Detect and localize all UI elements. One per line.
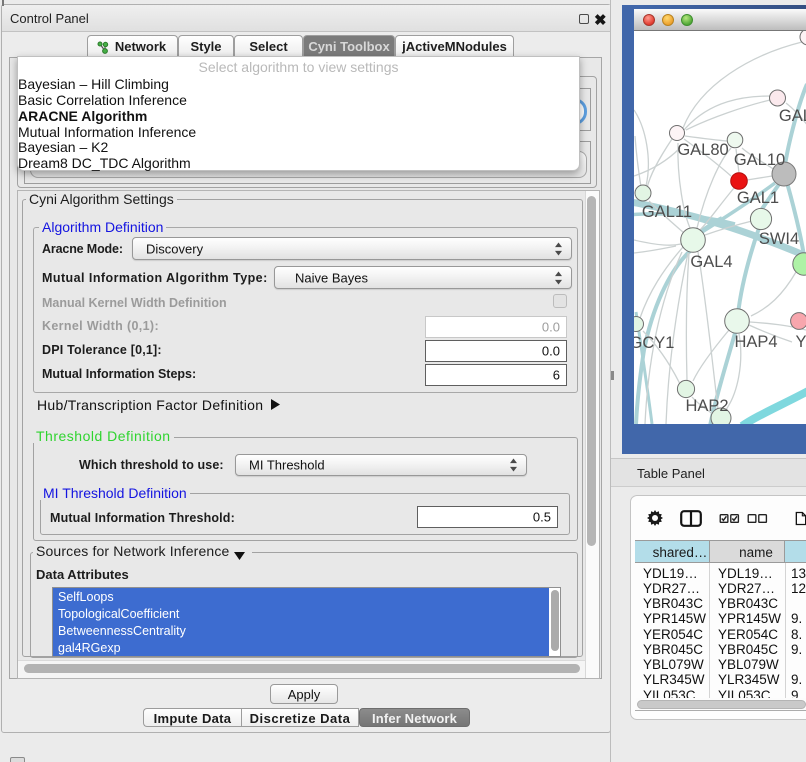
- svg-text:GAL4: GAL4: [690, 253, 732, 271]
- svg-text:GAL1: GAL1: [737, 189, 779, 207]
- svg-text:GAL80: GAL80: [677, 141, 728, 159]
- svg-text:GAL10: GAL10: [734, 151, 785, 169]
- svg-text:SWI4: SWI4: [759, 230, 799, 248]
- svg-text:HAP2: HAP2: [685, 397, 728, 415]
- svg-text:GAL11: GAL11: [642, 203, 692, 221]
- svg-text:GAL7: GAL7: [779, 107, 806, 125]
- svg-text:Y: Y: [795, 333, 806, 351]
- svg-text:GCY1: GCY1: [634, 334, 674, 352]
- svg-text:HAP4: HAP4: [734, 333, 777, 351]
